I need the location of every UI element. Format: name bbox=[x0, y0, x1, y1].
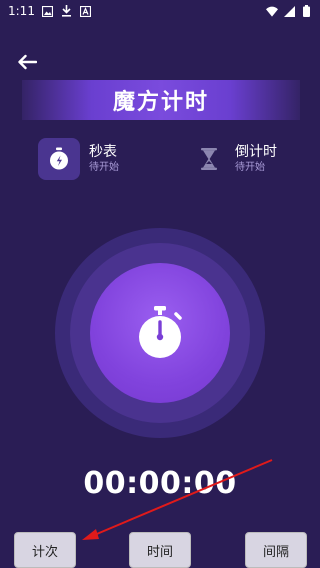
time-button[interactable]: 时间 bbox=[129, 532, 191, 568]
mode-countdown-status: 待开始 bbox=[235, 162, 265, 173]
lap-button[interactable]: 计次 bbox=[14, 532, 76, 568]
title-banner: 魔方计时 bbox=[22, 80, 300, 120]
hourglass-icon bbox=[192, 138, 226, 180]
wifi-icon bbox=[266, 5, 278, 17]
interval-button[interactable]: 间隔 bbox=[245, 532, 307, 568]
mode-countdown-title: 倒计时 bbox=[235, 144, 277, 160]
stopwatch-icon bbox=[38, 138, 80, 180]
mode-stopwatch-title: 秒表 bbox=[89, 144, 117, 160]
signal-icon bbox=[283, 5, 295, 17]
download-icon bbox=[61, 5, 73, 17]
mode-stopwatch-status: 待开始 bbox=[89, 162, 119, 173]
arrow-left-icon bbox=[18, 54, 37, 70]
mode-stopwatch[interactable]: 秒表 待开始 bbox=[38, 138, 119, 180]
status-time: 1:11 bbox=[8, 4, 35, 18]
app-notification-icon bbox=[80, 5, 92, 17]
status-bar: 1:11 bbox=[0, 0, 320, 22]
back-button[interactable] bbox=[14, 50, 40, 74]
battery-icon bbox=[300, 5, 312, 17]
mode-countdown[interactable]: 倒计时 待开始 bbox=[192, 138, 277, 180]
start-stop-button[interactable] bbox=[90, 263, 230, 403]
timer-display: 00:00:00 bbox=[83, 466, 237, 501]
stopwatch-timer-icon bbox=[139, 306, 182, 358]
image-notification-icon bbox=[42, 5, 54, 17]
page-title: 魔方计时 bbox=[112, 90, 209, 115]
